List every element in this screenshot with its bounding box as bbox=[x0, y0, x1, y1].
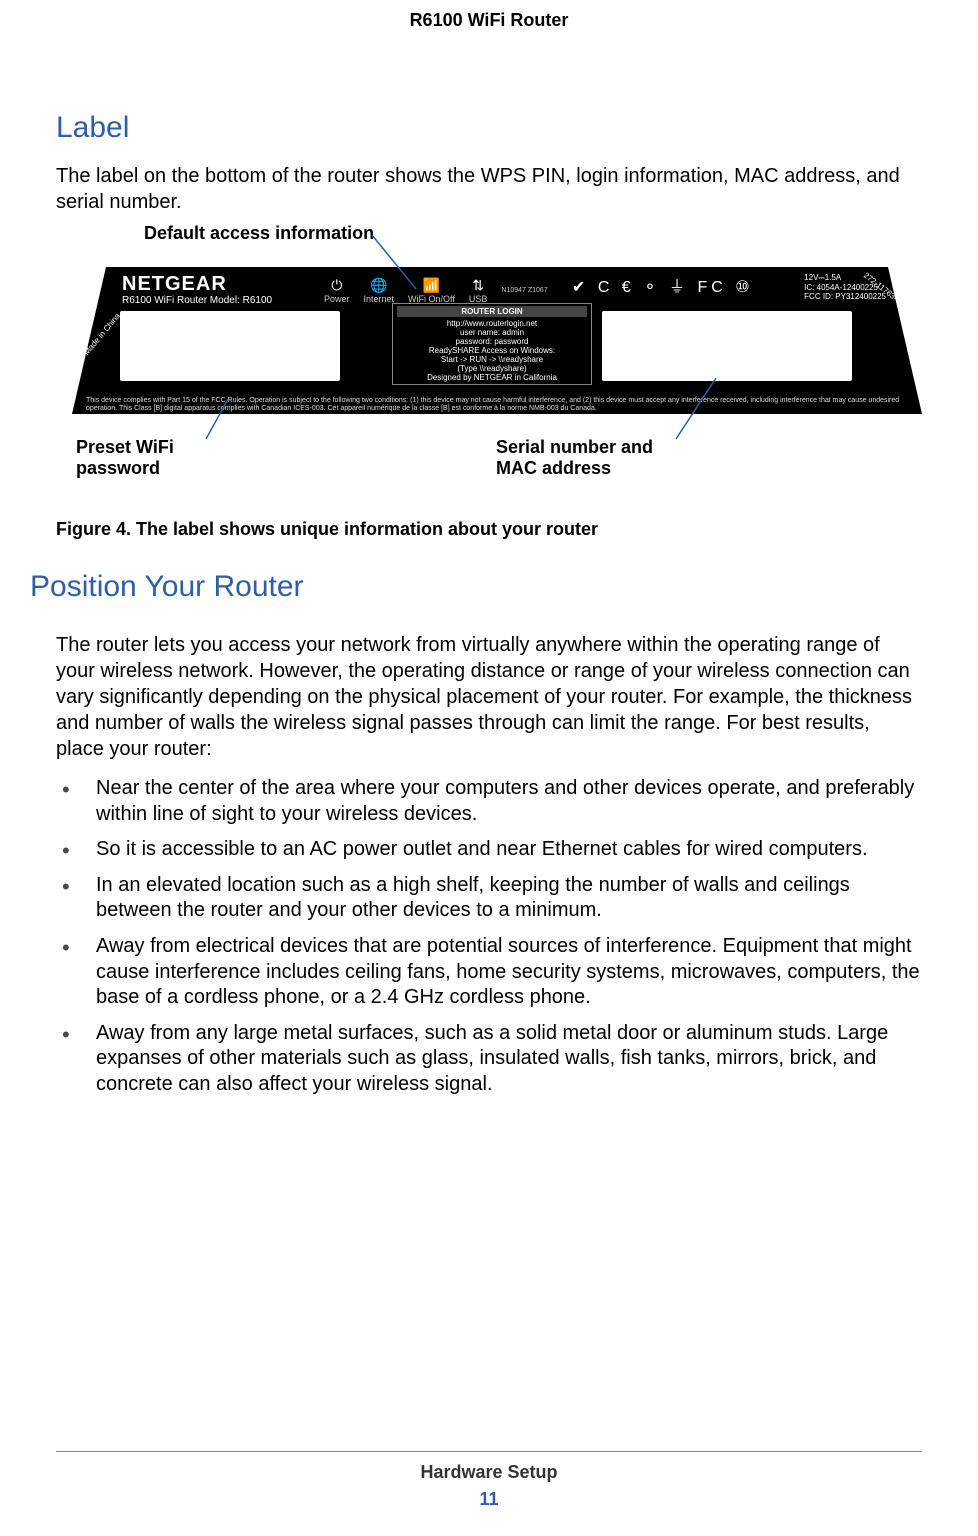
callout-serial-mac-l1: Serial number and bbox=[496, 437, 653, 458]
router-label-graphic: NETGEAR R6100 WiFi Router Model: R6100 ⏻… bbox=[72, 267, 922, 417]
label-made-in: Made in China bbox=[82, 311, 122, 356]
label-whitebox-left bbox=[120, 311, 340, 381]
list-item: Near the center of the area where your c… bbox=[56, 776, 922, 827]
router-login-box: ROUTER LOGIN http://www.routerlogin.net … bbox=[392, 303, 592, 385]
nref-text: N10947 Z1067 bbox=[501, 287, 547, 294]
label-figure: Default access information NETGEAR R6100… bbox=[56, 223, 922, 513]
document-header: R6100 WiFi Router bbox=[56, 0, 922, 31]
footer-chapter: Hardware Setup bbox=[56, 1462, 922, 1483]
router-login-header: ROUTER LOGIN bbox=[397, 306, 587, 317]
internet-icon: 🌐 bbox=[364, 277, 395, 294]
list-item: Away from electrical devices that are po… bbox=[56, 934, 922, 1011]
label-whitebox-right bbox=[602, 311, 852, 381]
wifi-icon: 📶 bbox=[408, 277, 455, 294]
callout-preset-wifi-l2: password bbox=[76, 458, 174, 479]
heading-position: Position Your Router bbox=[30, 570, 922, 604]
position-paragraph: The router lets you access your network … bbox=[56, 632, 922, 762]
list-item: So it is accessible to an AC power outle… bbox=[56, 837, 922, 863]
callout-default-access: Default access information bbox=[144, 223, 374, 244]
page-footer: Hardware Setup 11 bbox=[56, 1451, 922, 1510]
callout-serial-mac-l2: MAC address bbox=[496, 458, 653, 479]
label-paragraph: The label on the bottom of the router sh… bbox=[56, 163, 922, 215]
list-item: Away from any large metal surfaces, such… bbox=[56, 1021, 922, 1098]
list-item: In an elevated location such as a high s… bbox=[56, 873, 922, 924]
power-icon: ⏻ bbox=[324, 277, 350, 294]
power-label: Power bbox=[324, 294, 350, 304]
position-bullets: Near the center of the area where your c… bbox=[56, 776, 922, 1098]
internet-label: Internet bbox=[364, 294, 395, 304]
usb-icon: ⇅ bbox=[469, 277, 488, 294]
model-text: R6100 WiFi Router Model: R6100 bbox=[122, 295, 272, 306]
footer-page-number: 11 bbox=[56, 1489, 922, 1510]
label-icons-row: ⏻Power 🌐Internet 📶WiFi On/Off ⇅USB N1094… bbox=[324, 277, 548, 304]
heading-label: Label bbox=[56, 111, 922, 145]
router-login-body: http://www.routerlogin.net user name: ad… bbox=[397, 319, 587, 382]
cert-icons: ✔ C € ⚬ ⏚ FC ⑩ bbox=[572, 273, 754, 297]
brand-text: NETGEAR bbox=[122, 273, 227, 296]
label-fine-print: This device complies with Part 15 of the… bbox=[86, 397, 908, 413]
callout-preset-wifi-l1: Preset WiFi bbox=[76, 437, 174, 458]
figure-caption: Figure 4. The label shows unique informa… bbox=[56, 519, 922, 540]
callout-serial-mac: Serial number and MAC address bbox=[496, 437, 653, 479]
callout-preset-wifi: Preset WiFi password bbox=[76, 437, 174, 479]
